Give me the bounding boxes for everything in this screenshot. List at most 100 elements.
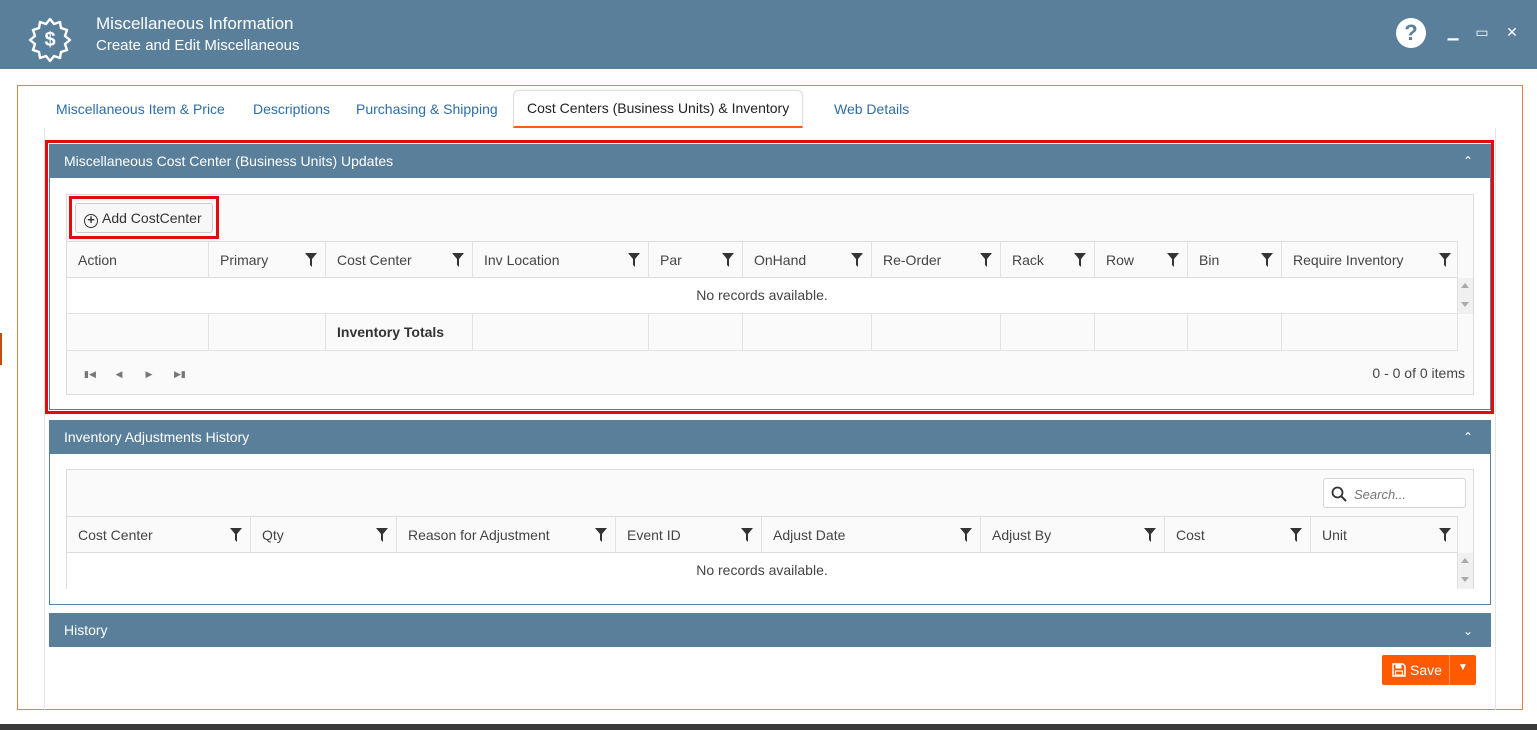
- column-label: Adjust By: [992, 527, 1052, 543]
- tab-item-price[interactable]: Miscellaneous Item & Price: [56, 90, 225, 128]
- chevron-up-icon[interactable]: ⌃: [1463, 144, 1473, 178]
- tab-descriptions[interactable]: Descriptions: [253, 90, 330, 128]
- chevron-down-icon[interactable]: ⌄: [1463, 614, 1473, 648]
- filter-icon[interactable]: [960, 528, 972, 542]
- totals-cell: [1282, 314, 1459, 350]
- column-header-reason[interactable]: Reason for Adjustment: [397, 517, 616, 553]
- history-panel-title: History: [64, 622, 108, 638]
- filter-icon[interactable]: [1261, 253, 1273, 267]
- column-header-cost[interactable]: Cost: [1165, 517, 1311, 553]
- column-header-unit[interactable]: Unit: [1311, 517, 1459, 553]
- help-icon[interactable]: ?: [1396, 18, 1426, 48]
- filter-icon[interactable]: [722, 253, 734, 267]
- column-header-cost-center[interactable]: Cost Center: [326, 242, 473, 278]
- vertical-scrollbar[interactable]: [1457, 278, 1473, 314]
- filter-icon[interactable]: [376, 528, 388, 542]
- filter-icon[interactable]: [305, 253, 317, 267]
- first-page-icon[interactable]: ▮◀: [84, 369, 96, 379]
- caret-down-icon[interactable]: ▼: [1458, 662, 1468, 673]
- minimize-icon[interactable]: ▁: [1443, 22, 1463, 42]
- column-label: Event ID: [627, 527, 681, 543]
- column-header-qty[interactable]: Qty: [251, 517, 397, 553]
- search-field[interactable]: [1323, 478, 1466, 508]
- header-scroll-spacer: [1457, 516, 1473, 553]
- chevron-up-icon[interactable]: ⌃: [1463, 420, 1473, 454]
- filter-icon[interactable]: [1439, 253, 1451, 267]
- column-header-adjust-date[interactable]: Adjust Date: [762, 517, 981, 553]
- column-label: Cost: [1176, 527, 1205, 543]
- column-label: Reason for Adjustment: [408, 527, 550, 543]
- maximize-icon[interactable]: ▭: [1472, 22, 1492, 42]
- next-page-icon[interactable]: ▶: [144, 369, 154, 379]
- column-label: OnHand: [754, 252, 807, 268]
- filter-icon[interactable]: [1144, 528, 1156, 542]
- tab-web-details[interactable]: Web Details: [834, 90, 909, 128]
- tab-cost-centers-inventory[interactable]: Cost Centers (Business Units) & Inventor…: [513, 90, 804, 128]
- totals-cell: [1188, 314, 1282, 350]
- column-label: Action: [78, 252, 117, 268]
- column-header-cost-center[interactable]: Cost Center: [67, 517, 251, 553]
- dollar-gear-icon: $: [28, 17, 72, 63]
- scroll-up-icon[interactable]: [1461, 283, 1469, 288]
- window-titlebar: $ Miscellaneous Information Create and E…: [0, 0, 1537, 69]
- column-header-rack[interactable]: Rack: [1001, 242, 1095, 278]
- column-header-inv-location[interactable]: Inv Location: [473, 242, 649, 278]
- filter-icon[interactable]: [980, 253, 992, 267]
- filter-icon[interactable]: [741, 528, 753, 542]
- floppy-disk-icon: [1392, 663, 1406, 677]
- cost-center-panel-header[interactable]: Miscellaneous Cost Center (Business Unit…: [49, 144, 1491, 178]
- scroll-down-icon[interactable]: [1461, 302, 1469, 307]
- column-header-primary[interactable]: Primary: [209, 242, 326, 278]
- column-header-adjust-by[interactable]: Adjust By: [981, 517, 1165, 553]
- filter-icon[interactable]: [628, 253, 640, 267]
- column-header-onhand[interactable]: OnHand: [743, 242, 872, 278]
- column-label: Primary: [220, 252, 269, 268]
- adjustments-grid-header: Cost Center Qty Reason for Adjustment Ev…: [67, 516, 1457, 553]
- tab-purchasing-shipping[interactable]: Purchasing & Shipping: [356, 90, 498, 128]
- filter-icon[interactable]: [1290, 528, 1302, 542]
- totals-cell: [473, 314, 649, 350]
- scroll-up-icon[interactable]: [1461, 558, 1469, 563]
- no-records-row: No records available.: [67, 278, 1457, 314]
- add-costcenter-button[interactable]: + Add CostCenter: [75, 203, 213, 233]
- cost-center-panel-title: Miscellaneous Cost Center (Business Unit…: [64, 153, 394, 169]
- totals-cell: [1001, 314, 1095, 350]
- filter-icon[interactable]: [851, 253, 863, 267]
- filter-icon[interactable]: [1439, 528, 1451, 542]
- filter-icon[interactable]: [452, 253, 464, 267]
- column-header-par[interactable]: Par: [649, 242, 743, 278]
- column-header-row[interactable]: Row: [1095, 242, 1188, 278]
- column-header-bin[interactable]: Bin: [1188, 242, 1282, 278]
- cost-center-grid-header: Action Primary Cost Center Inv Location …: [67, 241, 1457, 278]
- save-label: Save: [1410, 662, 1442, 678]
- column-label: Cost Center: [337, 252, 412, 268]
- column-header-require-inventory[interactable]: Require Inventory: [1282, 242, 1459, 278]
- vertical-scrollbar[interactable]: [1457, 553, 1473, 589]
- history-panel-header[interactable]: History ⌄: [49, 613, 1491, 647]
- adjustments-panel-title: Inventory Adjustments History: [64, 429, 250, 445]
- prev-page-icon[interactable]: ◀: [114, 369, 124, 379]
- filter-icon[interactable]: [1167, 253, 1179, 267]
- footer-scroll-spacer: [1457, 314, 1473, 351]
- plus-circle-icon: +: [84, 213, 98, 228]
- close-icon[interactable]: ✕: [1502, 22, 1522, 42]
- pager-info: 0 - 0 of 0 items: [1372, 365, 1465, 381]
- filter-icon[interactable]: [595, 528, 607, 542]
- background-strip: [0, 724, 1537, 730]
- tab-strip: Miscellaneous Item & Price Descriptions …: [44, 90, 1496, 128]
- column-header-event-id[interactable]: Event ID: [616, 517, 762, 553]
- grid-pager: ▮◀ ◀ ▶ ▶▮ 0 - 0 of 0 items: [67, 351, 1473, 395]
- column-header-reorder[interactable]: Re-Order: [872, 242, 1001, 278]
- column-label: Rack: [1012, 252, 1044, 268]
- filter-icon[interactable]: [230, 528, 242, 542]
- search-input[interactable]: [1354, 484, 1459, 504]
- adjustments-grid: Cost Center Qty Reason for Adjustment Ev…: [66, 469, 1474, 589]
- scroll-down-icon[interactable]: [1461, 577, 1469, 582]
- last-page-icon[interactable]: ▶▮: [174, 369, 186, 379]
- filter-icon[interactable]: [1074, 253, 1086, 267]
- column-label: Qty: [262, 527, 284, 543]
- save-button[interactable]: Save ▼: [1382, 655, 1476, 685]
- column-label: Require Inventory: [1293, 252, 1404, 268]
- adjustments-panel-header[interactable]: Inventory Adjustments History ⌃: [49, 420, 1491, 454]
- no-records-row: No records available.: [67, 553, 1457, 589]
